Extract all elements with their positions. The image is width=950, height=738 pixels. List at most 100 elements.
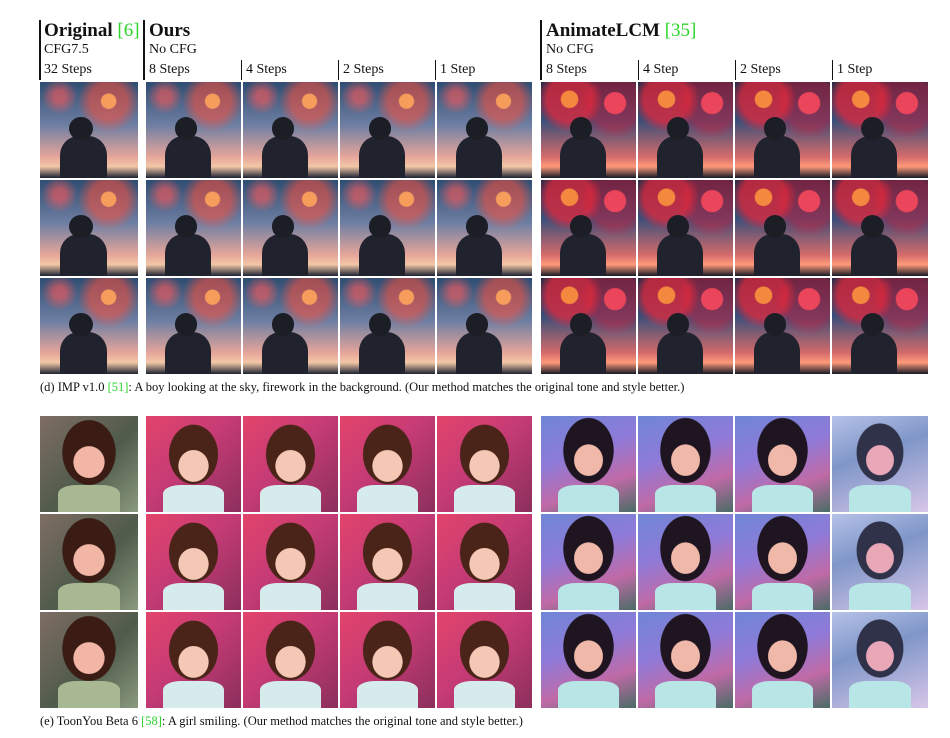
boy-silhouette-body [657, 135, 703, 178]
girl-shirt [849, 681, 911, 708]
divider-ours-4 [241, 60, 242, 80]
boy-silhouette-body [359, 331, 405, 374]
girl-shirt [357, 583, 418, 610]
girl-frame-image [146, 612, 241, 708]
boy-silhouette-head [763, 312, 787, 336]
animatelcm-steps-8: 8 Steps [546, 62, 587, 77]
girl-shirt [752, 681, 813, 708]
girl-shirt [163, 485, 224, 512]
boy-frame-image [832, 82, 928, 178]
boy-silhouette-head [174, 312, 198, 336]
original-title: Original [6] [44, 20, 140, 41]
boy-silhouette-body [560, 135, 606, 178]
girl-frame-image [735, 514, 830, 610]
boy-silhouette-head [465, 116, 489, 140]
boy-frame-image [243, 278, 338, 374]
boy-silhouette-body [59, 233, 107, 276]
boy-frame-image [40, 278, 138, 374]
girl-shirt [163, 681, 224, 708]
boy-frame-image [437, 82, 532, 178]
boy-silhouette-head [271, 312, 295, 336]
boy-frame-image [541, 82, 636, 178]
boy-silhouette-body [560, 233, 606, 276]
boy-silhouette-head [666, 214, 690, 238]
boy-silhouette-head [368, 214, 392, 238]
girl-frame-image [340, 514, 435, 610]
boy-frame-image [735, 82, 830, 178]
animatelcm-title: AnimateLCM [35] [546, 20, 697, 41]
boy-silhouette-head [465, 214, 489, 238]
girl-shirt [752, 583, 813, 610]
boy-silhouette-body [262, 331, 308, 374]
boy-frame-image [735, 180, 830, 276]
caption-d-citation-link[interactable]: [51] [108, 380, 129, 394]
girl-shirt [260, 485, 321, 512]
boy-frame-image [146, 278, 241, 374]
boy-frame-image [541, 278, 636, 374]
girl-shirt [849, 485, 911, 512]
boy-silhouette-head [271, 116, 295, 140]
girl-shirt [558, 583, 619, 610]
boy-silhouette-head [860, 214, 884, 238]
boy-silhouette-body [560, 331, 606, 374]
boy-silhouette-body [657, 331, 703, 374]
girl-shirt [454, 681, 515, 708]
boy-frame-image [40, 82, 138, 178]
girl-frame-image [340, 612, 435, 708]
boy-silhouette-head [368, 116, 392, 140]
girl-frame-image [735, 612, 830, 708]
boy-silhouette-head [666, 116, 690, 140]
boy-silhouette-body [456, 331, 502, 374]
boy-silhouette-body [754, 331, 800, 374]
girl-shirt [260, 583, 321, 610]
boy-frame-image [340, 278, 435, 374]
girl-frame-image [735, 416, 830, 512]
girl-shirt [357, 681, 418, 708]
boy-silhouette-head [666, 312, 690, 336]
girl-frame-image [40, 514, 138, 610]
caption-e: (e) ToonYou Beta 6 [58]: A girl smiling.… [40, 714, 523, 728]
boy-silhouette-body [165, 135, 211, 178]
girl-frame-image [638, 416, 733, 512]
animatelcm-steps-1: 1 Step [837, 62, 873, 77]
girl-frame-image [437, 514, 532, 610]
boy-silhouette-head [569, 312, 593, 336]
boy-frame-image [340, 82, 435, 178]
original-citation-link[interactable]: [6] [117, 20, 139, 41]
boy-frame-image [437, 278, 532, 374]
caption-d: (d) IMP v1.0 [51]: A boy looking at the … [40, 380, 685, 394]
boy-silhouette-body [657, 233, 703, 276]
girl-shirt [655, 485, 716, 512]
girl-frame-image [638, 612, 733, 708]
animatelcm-cfg: No CFG [546, 42, 594, 57]
girl-frame-image [541, 514, 636, 610]
caption-e-citation-link[interactable]: [58] [141, 714, 162, 728]
boy-frame-image [437, 180, 532, 276]
boy-silhouette-body [165, 233, 211, 276]
boy-frame-image [638, 278, 733, 374]
boy-silhouette-head [860, 312, 884, 336]
animatelcm-steps-4: 4 Step [643, 62, 679, 77]
divider-lcm-2 [735, 60, 736, 80]
ours-steps-8: 8 Steps [149, 62, 190, 77]
girl-shirt [849, 583, 911, 610]
boy-silhouette-body [754, 135, 800, 178]
boy-silhouette-body [59, 331, 107, 374]
divider-ours-1 [435, 60, 436, 80]
boy-silhouette-head [69, 214, 93, 238]
girl-shirt [655, 681, 716, 708]
divider-original [39, 20, 41, 80]
boy-frame-image [832, 278, 928, 374]
boy-frame-image [243, 180, 338, 276]
girl-shirt [655, 583, 716, 610]
boy-silhouette-body [359, 233, 405, 276]
ours-steps-4: 4 Steps [246, 62, 287, 77]
girl-frame-image [243, 514, 338, 610]
girl-frame-image [541, 612, 636, 708]
animatelcm-citation-link[interactable]: [35] [665, 20, 697, 41]
boy-frame-image [832, 180, 928, 276]
girl-shirt [57, 485, 121, 512]
boy-silhouette-body [754, 233, 800, 276]
girl-shirt [163, 583, 224, 610]
divider-lcm-1 [832, 60, 833, 80]
